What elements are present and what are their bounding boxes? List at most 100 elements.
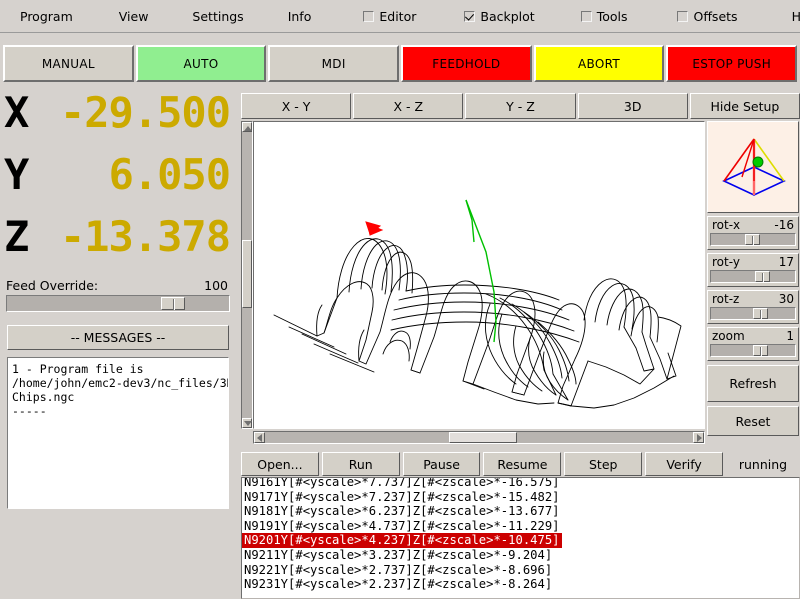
checkbox-backplot-label: Backplot <box>480 9 534 24</box>
checkbox-backplot[interactable]: Backplot <box>464 9 534 24</box>
checkbox-editor[interactable]: Editor <box>363 9 416 24</box>
dro-row-y: Y 6.050 <box>0 150 236 212</box>
checkbox-offsets[interactable]: Offsets <box>677 9 737 24</box>
view-tab-bar: X - Y X - Z Y - Z 3D Hide Setup <box>241 93 800 119</box>
menu-help[interactable]: Help <box>786 7 800 26</box>
dro-value-y: 6.050 <box>40 150 230 199</box>
rot-x-slider[interactable] <box>710 233 796 246</box>
gcode-line: N9161Y[#<yscale>*7.737]Z[#<zscale>*-16.5… <box>242 477 799 486</box>
feed-override-slider-thumb[interactable] <box>161 297 185 310</box>
mode-button-abort[interactable]: ABORT <box>534 45 665 82</box>
rot-x-value: -16 <box>774 218 794 232</box>
gcode-line: N9181Y[#<yscale>*6.237]Z[#<zscale>*-13.6… <box>242 500 799 515</box>
checkbox-editor-box[interactable] <box>363 11 374 22</box>
toolpath-drawing <box>254 122 704 428</box>
rot-z-slider[interactable] <box>710 307 796 320</box>
mode-button-feedhold[interactable]: FEEDHOLD <box>401 45 532 82</box>
messages-header-button[interactable]: -- MESSAGES -- <box>7 325 229 350</box>
refresh-button[interactable]: Refresh <box>707 365 799 402</box>
verify-button[interactable]: Verify <box>645 452 723 476</box>
feed-override-label: Feed Override: <box>6 278 98 293</box>
reset-button[interactable]: Reset <box>707 406 799 436</box>
orientation-preview[interactable] <box>707 121 799 213</box>
step-button[interactable]: Step <box>564 452 642 476</box>
mode-button-auto[interactable]: AUTO <box>136 45 267 82</box>
checkbox-offsets-box[interactable] <box>677 11 688 22</box>
tab-hide-setup[interactable]: Hide Setup <box>690 93 800 119</box>
gcode-listing[interactable]: N9161Y[#<yscale>*7.737]Z[#<zscale>*-16.5… <box>241 477 800 599</box>
dro-row-z: Z -13.378 <box>0 212 236 274</box>
gcode-line: N9231Y[#<yscale>*2.237]Z[#<zscale>*-8.26… <box>242 573 799 588</box>
feed-override-row: Feed Override: 100 <box>0 274 236 295</box>
backplot-horizontal-scrollbar[interactable] <box>253 431 705 444</box>
backplot-canvas[interactable] <box>253 121 705 429</box>
checkbox-tools[interactable]: Tools <box>581 9 628 24</box>
gcode-line: N9171Y[#<yscale>*7.237]Z[#<zscale>*-15.4… <box>242 486 799 501</box>
scroll-left-arrow-icon[interactable] <box>254 432 265 443</box>
scroll-up-arrow-icon[interactable] <box>242 122 252 132</box>
open-button[interactable]: Open... <box>241 452 319 476</box>
checkbox-editor-label: Editor <box>379 9 416 24</box>
program-action-bar: Open... Run Pause Resume Step Verify run… <box>241 450 800 478</box>
dro-value-z: -13.378 <box>40 212 230 261</box>
gcode-line: N9221Y[#<yscale>*2.737]Z[#<zscale>*-8.69… <box>242 559 799 574</box>
feed-override-value: 100 <box>204 278 228 293</box>
messages-text: 1 - Program file is /home/john/emc2-dev3… <box>12 362 226 418</box>
rot-z-value: 30 <box>779 292 794 306</box>
checkbox-tools-label: Tools <box>597 9 628 24</box>
menu-info[interactable]: Info <box>282 7 318 26</box>
mode-button-mdi[interactable]: MDI <box>268 45 399 82</box>
rot-y-slider-thumb[interactable] <box>755 271 770 282</box>
tab-x-y[interactable]: X - Y <box>241 93 351 119</box>
checkbox-offsets-label: Offsets <box>693 9 737 24</box>
zoom-value: 1 <box>786 329 794 343</box>
rot-z-label: rot-z <box>712 292 739 306</box>
menu-settings[interactable]: Settings <box>186 7 249 26</box>
rot-y-slider[interactable] <box>710 270 796 283</box>
control-rot-x: rot-x -16 <box>707 216 799 250</box>
backplot-panel <box>241 121 705 445</box>
dro-value-x: -29.500 <box>40 88 230 137</box>
gcode-line-selected: N9201Y[#<yscale>*4.237]Z[#<zscale>*-10.4… <box>242 529 799 544</box>
messages-text-area[interactable]: 1 - Program file is /home/john/emc2-dev3… <box>7 357 229 509</box>
gcode-line: N9191Y[#<yscale>*4.737]Z[#<zscale>*-11.2… <box>242 515 799 530</box>
run-status-label: running <box>726 457 800 472</box>
dro-axis-label-z: Z <box>4 212 40 261</box>
gcode-line: N9211Y[#<yscale>*3.237]Z[#<zscale>*-9.20… <box>242 544 799 559</box>
tool-position-marker <box>366 222 382 235</box>
zoom-label: zoom <box>712 329 745 343</box>
rot-x-label: rot-x <box>712 218 740 232</box>
scroll-down-arrow-icon[interactable] <box>242 418 252 428</box>
setup-panel: rot-x -16 rot-y 17 rot-z 30 <box>707 121 799 446</box>
tab-y-z[interactable]: Y - Z <box>465 93 575 119</box>
menu-view[interactable]: View <box>113 7 155 26</box>
menu-bar: Program View Settings Info Editor Backpl… <box>0 0 800 33</box>
rot-z-slider-thumb[interactable] <box>753 308 768 319</box>
run-button[interactable]: Run <box>322 452 400 476</box>
pause-button[interactable]: Pause <box>403 452 481 476</box>
emc2-axis-window: Program View Settings Info Editor Backpl… <box>0 0 800 599</box>
rot-x-slider-thumb[interactable] <box>745 234 760 245</box>
checkbox-backplot-box[interactable] <box>464 11 475 22</box>
rot-y-label: rot-y <box>712 255 740 269</box>
dro-row-x: X -29.500 <box>0 88 236 150</box>
menu-program[interactable]: Program <box>14 7 79 26</box>
tab-x-z[interactable]: X - Z <box>353 93 463 119</box>
backplot-horizontal-scrollbar-thumb[interactable] <box>449 432 517 443</box>
gcode-line-text[interactable]: N9231Y[#<yscale>*2.237]Z[#<zscale>*-8.26… <box>242 577 552 591</box>
backplot-vertical-scrollbar[interactable] <box>241 121 253 429</box>
rot-y-value: 17 <box>779 255 794 269</box>
feed-override-slider[interactable] <box>6 295 230 312</box>
zoom-slider-thumb[interactable] <box>753 345 768 356</box>
mode-button-manual[interactable]: MANUAL <box>3 45 134 82</box>
mode-button-estop-push[interactable]: ESTOP PUSH <box>666 45 797 82</box>
dro-axis-label-y: Y <box>4 150 40 199</box>
backplot-vertical-scrollbar-thumb[interactable] <box>242 240 252 308</box>
tab-3d[interactable]: 3D <box>578 93 688 119</box>
zoom-slider[interactable] <box>710 344 796 357</box>
control-rot-z: rot-z 30 <box>707 290 799 324</box>
dro-panel: X -29.500 Y 6.050 Z -13.378 Feed Overrid… <box>0 88 236 599</box>
scroll-right-arrow-icon[interactable] <box>693 432 704 443</box>
resume-button[interactable]: Resume <box>483 452 561 476</box>
checkbox-tools-box[interactable] <box>581 11 592 22</box>
